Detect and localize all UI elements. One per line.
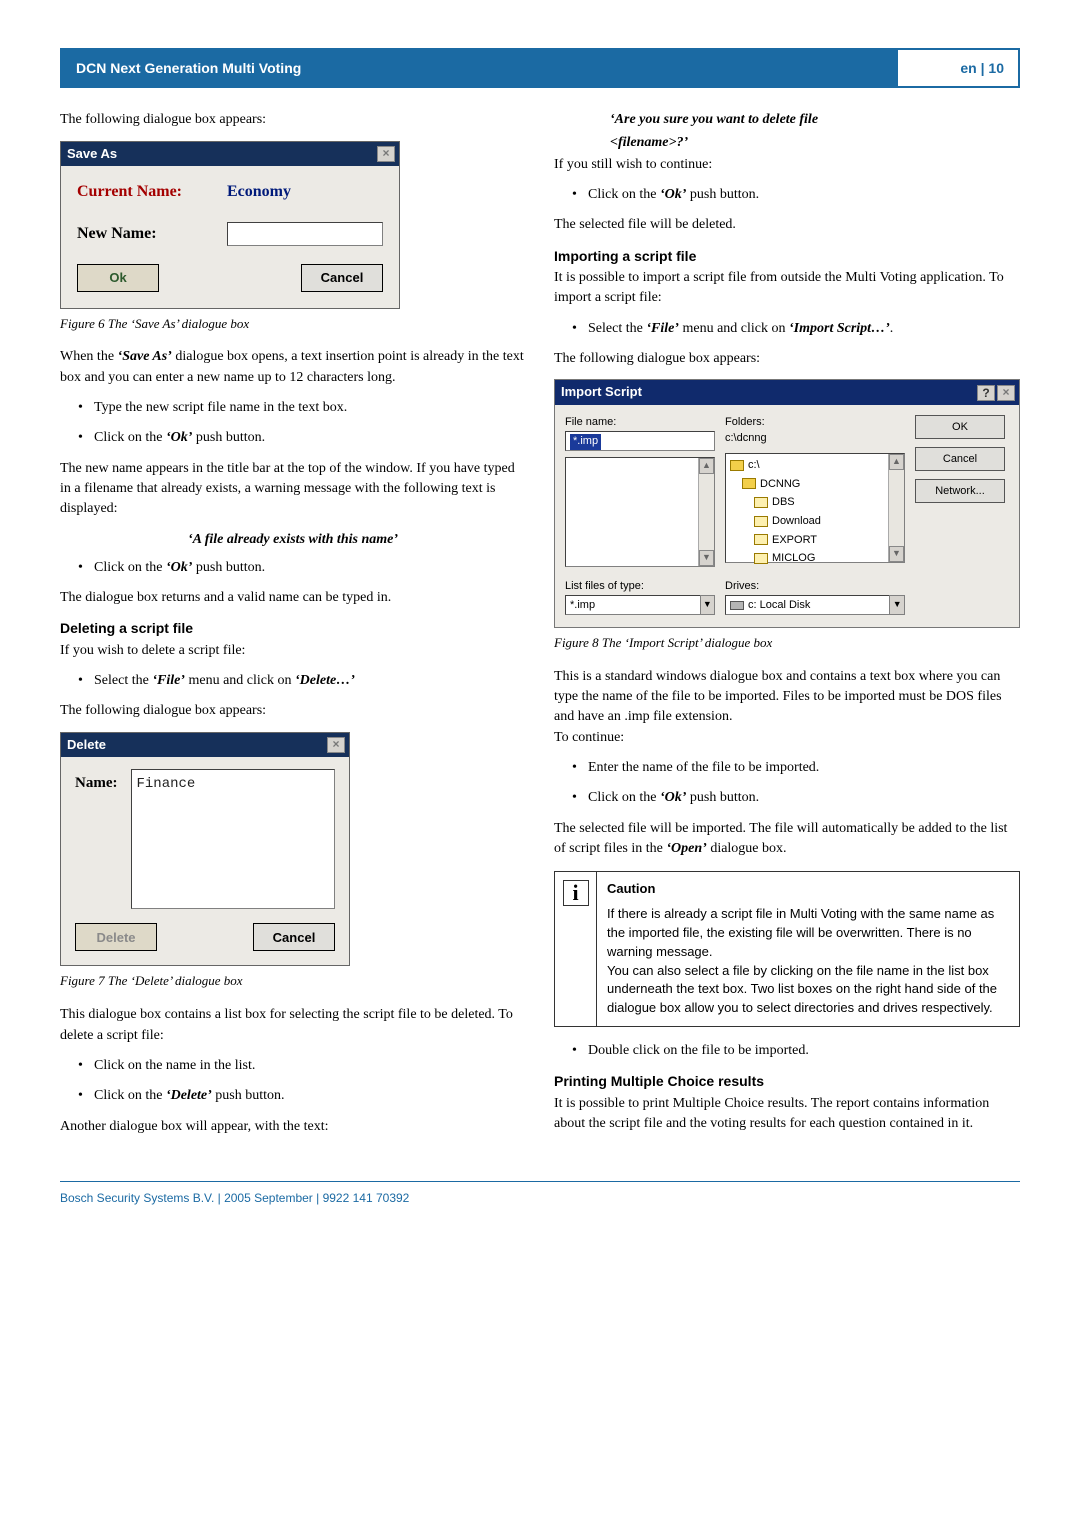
drive-icon	[730, 601, 744, 610]
section-heading: Printing Multiple Choice results	[554, 1071, 1020, 1091]
list-item: Enter the name of the file to be importe…	[572, 758, 1020, 778]
scroll-down-icon[interactable]: ▼	[699, 550, 714, 566]
figure-caption: Figure 6 The ‘Save As’ dialogue box	[60, 315, 526, 334]
close-icon[interactable]: ×	[377, 146, 395, 162]
folder-tree[interactable]: c:\ DCNNG DBS Download EXPORT MICLOG ▲▼	[725, 453, 905, 563]
current-name-value: Economy	[227, 180, 291, 203]
list-item: Double click on the file to be imported.	[572, 1041, 1020, 1061]
list-item: Click on the ‘Ok’ push button.	[78, 558, 526, 578]
page-footer: Bosch Security Systems B.V. | 2005 Septe…	[60, 1181, 1020, 1207]
listtype-label: List files of type:	[565, 579, 715, 595]
text: The following dialogue box appears:	[60, 701, 526, 721]
header-page: en | 10	[898, 50, 1018, 86]
text: This dialogue box contains a list box fo…	[60, 1005, 526, 1046]
text: It is possible to import a script file f…	[554, 268, 1020, 309]
name-listbox[interactable]: Finance	[131, 769, 335, 909]
caution-box: i Caution If there is already a script f…	[554, 871, 1020, 1027]
chevron-down-icon[interactable]: ▼	[700, 595, 715, 615]
ok-button[interactable]: Ok	[77, 264, 159, 292]
text: The following dialogue box appears:	[60, 110, 526, 130]
list-item: Click on the ‘Ok’ push button.	[572, 185, 1020, 205]
name-label: Name:	[75, 769, 117, 909]
drives-label: Drives:	[725, 579, 905, 595]
left-column: The following dialogue box appears: Save…	[60, 110, 526, 1147]
text: When the ‘Save As’ dialogue box opens, a…	[60, 347, 526, 388]
delete-title: Delete	[67, 736, 106, 755]
help-icon[interactable]: ?	[977, 385, 995, 401]
scroll-up-icon[interactable]: ▲	[699, 458, 714, 474]
file-listbox[interactable]: ▲▼	[565, 457, 715, 567]
figure-caption: Figure 8 The ‘Import Script’ dialogue bo…	[554, 634, 1020, 653]
cancel-button[interactable]: Cancel	[915, 447, 1005, 471]
confirm-message: <filename>?’	[610, 133, 1020, 153]
scroll-down-icon[interactable]: ▼	[889, 546, 904, 562]
list-item: Click on the ‘Delete’ push button.	[78, 1086, 526, 1106]
delete-button[interactable]: Delete	[75, 923, 157, 951]
delete-dialog: Delete × Name: Finance Delete Cancel	[60, 732, 350, 967]
text: The dialogue box returns and a valid nam…	[60, 588, 526, 608]
new-name-input[interactable]	[227, 222, 383, 246]
listtype-combo[interactable]: *.imp▼	[565, 595, 715, 615]
import-script-dialog: Import Script ? × File name: *.imp ▲▼	[554, 379, 1020, 628]
import-title: Import Script	[561, 383, 642, 402]
list-item: Click on the ‘Ok’ push button.	[572, 788, 1020, 808]
list-item: Click on the ‘Ok’ push button.	[78, 428, 526, 448]
saveas-dialog: Save As × Current Name: Economy New Name…	[60, 141, 400, 309]
confirm-message: ‘Are you sure you want to delete file	[610, 110, 1020, 130]
cancel-button[interactable]: Cancel	[253, 923, 335, 951]
folder-icon	[754, 553, 768, 564]
new-name-label: New Name:	[77, 222, 227, 245]
text: The following dialogue box appears:	[554, 349, 1020, 369]
caution-text: If there is already a script file in Mul…	[607, 905, 1009, 962]
info-icon: i	[555, 872, 597, 1026]
close-icon[interactable]: ×	[327, 737, 345, 753]
network-button[interactable]: Network...	[915, 479, 1005, 503]
text: If you wish to delete a script file:	[60, 641, 526, 661]
section-heading: Deleting a script file	[60, 618, 526, 638]
folder-icon	[754, 534, 768, 545]
folder-open-icon	[742, 478, 756, 489]
folder-icon	[754, 516, 768, 527]
text: If you still wish to continue:	[554, 155, 1020, 175]
close-icon[interactable]: ×	[997, 385, 1015, 401]
folder-icon	[754, 497, 768, 508]
caution-text: You can also select a file by clicking o…	[607, 962, 1009, 1019]
right-column: ‘Are you sure you want to delete file <f…	[554, 110, 1020, 1147]
folders-label: Folders:	[725, 415, 905, 431]
text: Another dialogue box will appear, with t…	[60, 1117, 526, 1137]
list-item: Select the ‘File’ menu and click on ‘Imp…	[572, 319, 1020, 339]
warning-message: ‘A file already exists with this name’	[60, 530, 526, 550]
folders-path: c:\dcnng	[725, 431, 905, 447]
text: It is possible to print Multiple Choice …	[554, 1094, 1020, 1135]
filename-label: File name:	[565, 415, 715, 431]
list-item: Click on the name in the list.	[78, 1056, 526, 1076]
drives-combo[interactable]: c: Local Disk▼	[725, 595, 905, 615]
scroll-up-icon[interactable]: ▲	[889, 454, 904, 470]
text: The selected file will be imported. The …	[554, 819, 1020, 860]
cancel-button[interactable]: Cancel	[301, 264, 383, 292]
text: This is a standard windows dialogue box …	[554, 667, 1020, 748]
text: The selected file will be deleted.	[554, 215, 1020, 235]
header-title: DCN Next Generation Multi Voting	[62, 50, 898, 86]
list-item: Select the ‘File’ menu and click on ‘Del…	[78, 671, 526, 691]
list-item: Type the new script file name in the tex…	[78, 398, 526, 418]
folder-open-icon	[730, 460, 744, 471]
section-heading: Importing a script file	[554, 246, 1020, 266]
chevron-down-icon[interactable]: ▼	[889, 595, 905, 615]
caution-title: Caution	[607, 880, 1009, 899]
figure-caption: Figure 7 The ‘Delete’ dialogue box	[60, 972, 526, 991]
filename-input[interactable]: *.imp	[565, 431, 715, 451]
ok-button[interactable]: OK	[915, 415, 1005, 439]
page-header: DCN Next Generation Multi Voting en | 10	[60, 48, 1020, 88]
current-name-label: Current Name:	[77, 180, 227, 203]
text: The new name appears in the title bar at…	[60, 459, 526, 520]
saveas-title: Save As	[67, 145, 117, 164]
